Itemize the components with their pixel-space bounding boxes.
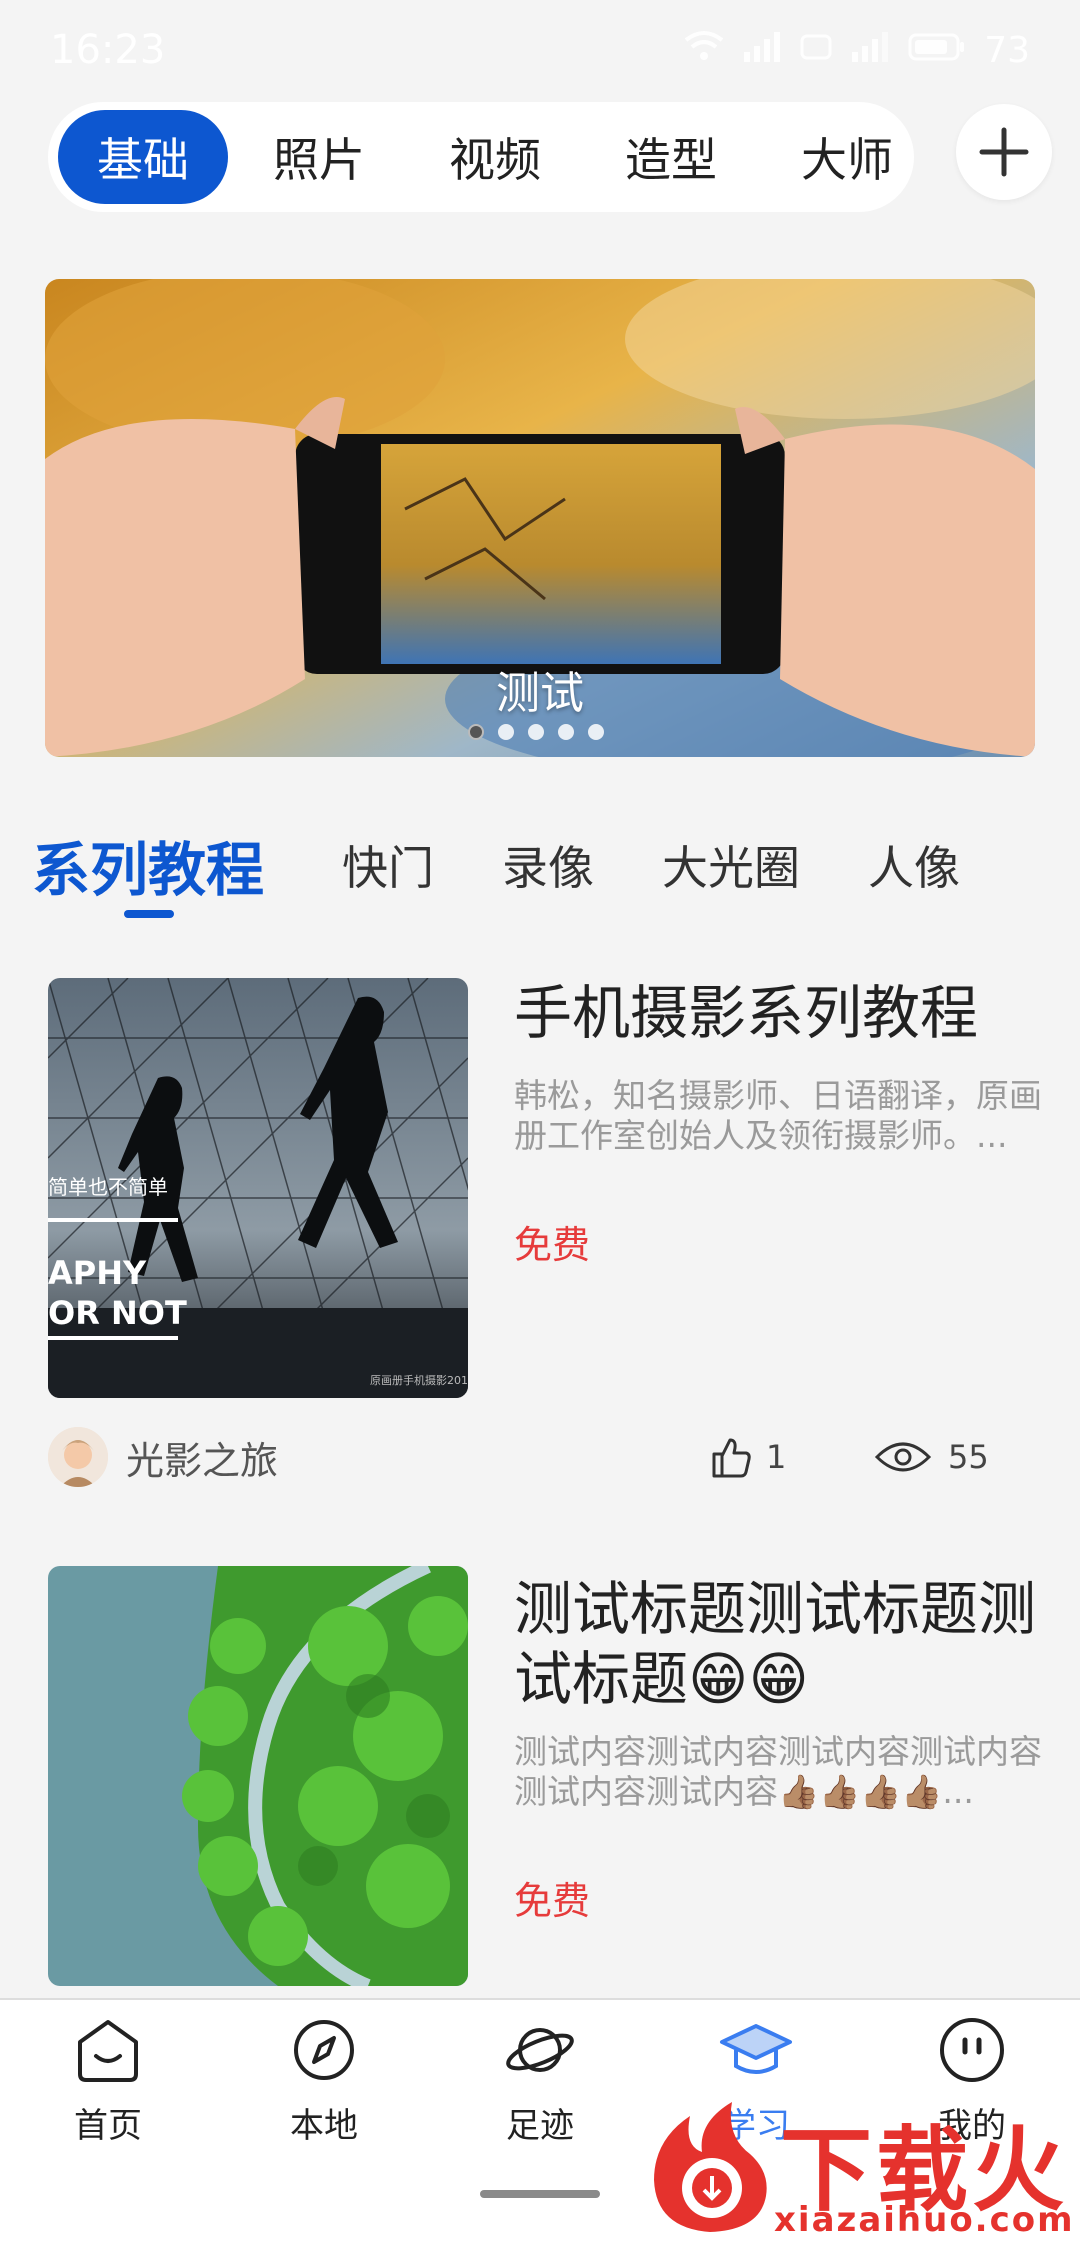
tab-shutter[interactable]: 快门	[342, 832, 434, 898]
status-time: 16:23	[50, 27, 166, 73]
banner-carousel[interactable]: 测试	[45, 279, 1035, 757]
view-count: 55	[948, 1438, 989, 1476]
top-category-tabs: 基础 照片 视频 造型 大师	[48, 102, 914, 212]
profile-face-icon	[940, 2018, 1004, 2082]
author-avatar[interactable]	[48, 1427, 108, 1487]
course-description: 测试内容测试内容测试内容测试内容测试内容测试内容👍🏽👍🏽👍🏽👍🏽...	[514, 1732, 1042, 1811]
status-icons: 73	[684, 30, 1030, 71]
wifi-icon	[684, 30, 724, 71]
tutorial-category-tabs: 系列教程 快门 录像 大光圈 人像	[32, 820, 1080, 910]
tab-large-aperture[interactable]: 大光圈	[662, 832, 800, 898]
nav-label: 足迹	[506, 2106, 574, 2146]
view-counter: 55	[874, 1437, 989, 1477]
nav-item-local[interactable]: 本地	[244, 2012, 404, 2147]
top-tab-video[interactable]: 视频	[410, 110, 580, 204]
like-count: 1	[766, 1438, 787, 1476]
nav-item-footprints[interactable]: 足迹	[460, 2012, 620, 2147]
course-price: 免费	[514, 1879, 591, 1923]
top-tab-photo[interactable]: 照片	[234, 110, 404, 204]
nav-item-home[interactable]: 首页	[28, 2012, 188, 2147]
course-card[interactable]: 测试标题测试标题测试标题😁😁 测试内容测试内容测试内容测试内容测试内容测试内容👍…	[48, 1566, 1042, 1996]
status-bar: 16:23 73	[0, 0, 1080, 100]
carousel-dot[interactable]	[588, 724, 604, 740]
top-tab-basic[interactable]: 基础	[58, 110, 228, 204]
carousel-dot[interactable]	[528, 724, 544, 740]
carousel-dot[interactable]	[468, 724, 484, 740]
compass-icon	[294, 2020, 354, 2080]
tab-portrait[interactable]: 人像	[868, 832, 960, 898]
nav-label: 首页	[74, 2106, 142, 2146]
eye-icon	[874, 1442, 932, 1472]
watermark-site: xiazaihuo.com	[774, 2200, 1075, 2240]
carousel-dot[interactable]	[558, 724, 574, 740]
thumb-text-line2: APHY	[48, 1254, 147, 1292]
battery-level: 73	[984, 29, 1030, 71]
battery-icon	[908, 30, 966, 71]
course-price: 免费	[514, 1223, 591, 1267]
watermark: 下载火 xiazaihuo.com	[640, 2096, 1080, 2244]
author-name[interactable]: 光影之旅	[126, 1430, 278, 1485]
like-counter[interactable]: 1	[708, 1434, 786, 1480]
thumb-text-line1: 简单也不简单	[48, 1175, 168, 1199]
tab-series-tutorials[interactable]: 系列教程	[32, 823, 264, 907]
carousel-dot[interactable]	[498, 724, 514, 740]
hd-icon	[800, 30, 832, 71]
course-thumbnail: 简单也不简单 APHY OR NOT 原画册手机摄影2018	[48, 978, 468, 1398]
nav-label: 本地	[290, 2106, 358, 2146]
course-description: 韩松，知名摄影师、日语翻译，原画册工作室创始人及领衔摄影师。...	[514, 1076, 1042, 1155]
top-tab-styling[interactable]: 造型	[586, 110, 756, 204]
graduation-cap-icon	[720, 2024, 792, 2074]
course-title: 测试标题测试标题测试标题😁😁	[514, 1575, 1037, 1713]
home-icon	[78, 2020, 138, 2082]
thumb-credit: 原画册手机摄影2018	[370, 1373, 468, 1387]
signal-icon	[742, 30, 782, 71]
plus-icon	[979, 127, 1029, 177]
thumb-text-line3: OR NOT	[48, 1294, 187, 1332]
tab-recording[interactable]: 录像	[502, 832, 594, 898]
add-tab-button[interactable]	[956, 104, 1052, 200]
runners-image: 简单也不简单 APHY OR NOT 原画册手机摄影2018	[48, 978, 468, 1398]
home-indicator[interactable]	[480, 2190, 600, 2198]
course-card[interactable]: 简单也不简单 APHY OR NOT 原画册手机摄影2018 手机摄影系列教程 …	[48, 978, 1042, 1498]
top-tab-master[interactable]: 大师	[762, 110, 932, 204]
park-aerial-image	[48, 1566, 468, 1986]
course-title: 手机摄影系列教程	[514, 979, 979, 1047]
signal-2-icon	[850, 30, 890, 71]
flame-logo-icon	[654, 2102, 767, 2232]
thumbs-up-icon	[712, 1438, 751, 1478]
course-meta: 光影之旅 1 55	[48, 1422, 1038, 1492]
active-tab-indicator	[124, 910, 174, 918]
course-thumbnail	[48, 1566, 468, 1986]
planet-icon	[506, 2028, 574, 2072]
banner-caption: 测试	[496, 668, 584, 719]
carousel-dots	[468, 724, 604, 740]
